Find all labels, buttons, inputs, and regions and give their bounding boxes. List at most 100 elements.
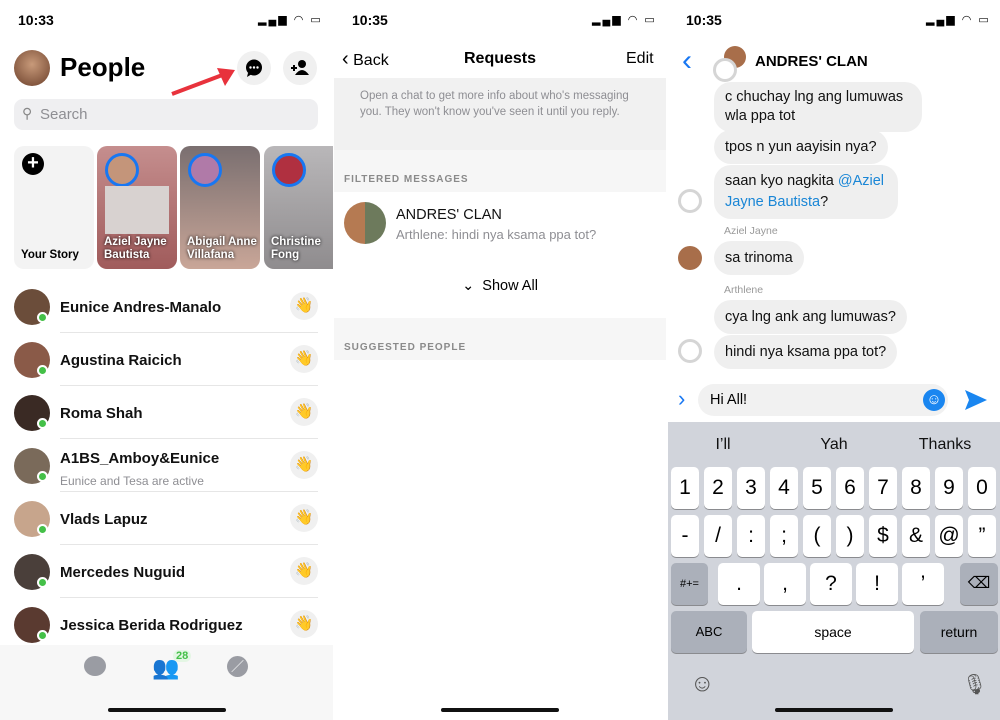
key[interactable]: $: [869, 515, 897, 557]
wave-hand-icon: 👋: [294, 456, 314, 473]
key[interactable]: ): [836, 515, 864, 557]
wave-button[interactable]: 👋: [290, 345, 318, 373]
wave-hand-icon: 👋: [294, 350, 314, 367]
story-label: Christine Fong: [271, 236, 321, 261]
suggestion-item[interactable]: I’ll: [668, 436, 778, 454]
send-icon[interactable]: [964, 389, 988, 411]
key[interactable]: @: [935, 515, 963, 557]
key[interactable]: 2: [704, 467, 732, 509]
wave-button[interactable]: 👋: [290, 504, 318, 532]
key[interactable]: &: [902, 515, 930, 557]
edit-button[interactable]: Edit: [626, 50, 654, 68]
suggestion-item[interactable]: Yah: [779, 436, 889, 454]
story-card[interactable]: Abigail Anne Villafana: [180, 146, 260, 269]
home-indicator: [775, 708, 893, 712]
show-all-button[interactable]: ⌄ Show All: [334, 278, 666, 294]
message-bubble: c chuchay lng ang lumuwas wla ppa tot: [714, 82, 922, 132]
people-screen: 10:33 ▂▄▆ ◠ ▭ People ⚲ Search + Your Sto…: [0, 0, 333, 720]
key[interactable]: ;: [770, 515, 798, 557]
story-label: Aziel Jayne Bautista: [104, 236, 167, 261]
tab-chats[interactable]: [84, 656, 106, 676]
thread-row[interactable]: ANDRES' CLAN Arthlene: hindi nya ksama p…: [334, 192, 666, 256]
wave-button[interactable]: 👋: [290, 451, 318, 479]
online-indicator: [37, 630, 48, 641]
contact-row[interactable]: Vlads Lapuz 👋: [0, 492, 333, 545]
contact-row[interactable]: Roma Shah 👋: [0, 386, 333, 439]
story-your-story[interactable]: + Your Story: [14, 146, 94, 269]
key[interactable]: 4: [770, 467, 798, 509]
expand-actions-button[interactable]: ›: [678, 386, 685, 412]
wave-button[interactable]: 👋: [290, 398, 318, 426]
key[interactable]: -: [671, 515, 699, 557]
key[interactable]: ”: [968, 515, 996, 557]
add-person-icon: [291, 60, 309, 75]
add-contact-button[interactable]: [283, 51, 317, 85]
key[interactable]: return: [920, 611, 998, 653]
delete-key[interactable]: ⌫: [960, 563, 998, 605]
key[interactable]: space: [752, 611, 914, 653]
wave-button[interactable]: 👋: [290, 610, 318, 638]
key[interactable]: :: [737, 515, 765, 557]
message-bubble: saan kyo nagkita @Aziel Jayne Bautista?: [714, 165, 898, 219]
story-label: Abigail Anne Villafana: [187, 236, 257, 261]
story-card[interactable]: Aziel Jayne Bautista: [97, 146, 177, 269]
chat-title[interactable]: ANDRES' CLAN: [755, 53, 868, 70]
key[interactable]: ,: [764, 563, 806, 605]
wave-hand-icon: 👋: [294, 615, 314, 632]
key[interactable]: /: [704, 515, 732, 557]
key[interactable]: !: [856, 563, 898, 605]
input-text: Hi All!: [710, 392, 748, 408]
key[interactable]: 7: [869, 467, 897, 509]
filtered-section-header: FILTERED MESSAGES: [334, 150, 666, 192]
emoji-icon[interactable]: ☺: [923, 389, 945, 411]
microphone-icon[interactable]: 🎙: [962, 672, 987, 697]
thread-name: ANDRES' CLAN: [396, 207, 502, 223]
contact-row[interactable]: Jessica Berida Rodriguez 👋: [0, 598, 333, 651]
contact-row[interactable]: Mercedes Nuguid 👋: [0, 545, 333, 598]
thread-preview: Arthlene: hindi nya ksama ppa tot?: [396, 227, 597, 242]
key[interactable]: 8: [902, 467, 930, 509]
key[interactable]: 0: [968, 467, 996, 509]
contact-name: Mercedes Nuguid: [60, 564, 186, 581]
profile-avatar[interactable]: [14, 50, 50, 86]
status-icons: ▂▄▆ ◠ ▭: [592, 14, 657, 26]
suggestion-item[interactable]: Thanks: [890, 436, 1000, 454]
key[interactable]: #+=: [671, 563, 708, 605]
message-input[interactable]: Hi All! ☺: [698, 384, 948, 416]
search-input[interactable]: ⚲ Search: [14, 99, 318, 130]
key[interactable]: 6: [836, 467, 864, 509]
message-bubble: tpos n yun aayisin nya?: [714, 130, 888, 164]
key[interactable]: .: [718, 563, 760, 605]
key[interactable]: 1: [671, 467, 699, 509]
key[interactable]: ?: [810, 563, 852, 605]
back-button[interactable]: ‹: [682, 44, 692, 78]
suggested-section-header: SUGGESTED PEOPLE: [334, 318, 666, 360]
page-title: Requests: [463, 50, 537, 67]
status-time: 10:35: [352, 12, 388, 28]
contact-name: Jessica Berida Rodriguez: [60, 617, 243, 634]
contact-row[interactable]: Agustina Raicich 👋: [0, 333, 333, 386]
keyboard: I’ll Yah Thanks 1 -2 /3:4; 5 (6) 7 $8 & 9 @0 ” #+=.,?…: [668, 422, 1000, 720]
contact-row[interactable]: Eunice Andres-Manalo 👋: [0, 280, 333, 333]
key[interactable]: ABC: [671, 611, 747, 653]
tab-discover[interactable]: ／: [227, 656, 248, 677]
contact-row[interactable]: A1BS_Amboy&Eunice Eunice and Tesa are ac…: [0, 439, 333, 492]
add-story-icon: +: [22, 153, 44, 175]
status-time: 10:35: [686, 12, 722, 28]
key[interactable]: 9: [935, 467, 963, 509]
status-icons: ▂▄▆ ◠ ▭: [926, 14, 991, 26]
wave-button[interactable]: 👋: [290, 557, 318, 585]
show-all-label: Show All: [482, 278, 538, 294]
key[interactable]: ’: [902, 563, 944, 605]
key[interactable]: 3: [737, 467, 765, 509]
key[interactable]: (: [803, 515, 831, 557]
contact-name: Agustina Raicich: [60, 352, 182, 369]
home-indicator: [441, 708, 559, 712]
avatar-placeholder-icon: [713, 58, 737, 82]
wave-button[interactable]: 👋: [290, 292, 318, 320]
key[interactable]: 5: [803, 467, 831, 509]
story-card[interactable]: Christine Fong: [264, 146, 333, 269]
emoji-keyboard-icon[interactable]: ☺: [690, 670, 715, 698]
info-box: Open a chat to get more info about who's…: [334, 78, 666, 150]
status-icons: ▂▄▆ ◠ ▭: [258, 14, 323, 26]
